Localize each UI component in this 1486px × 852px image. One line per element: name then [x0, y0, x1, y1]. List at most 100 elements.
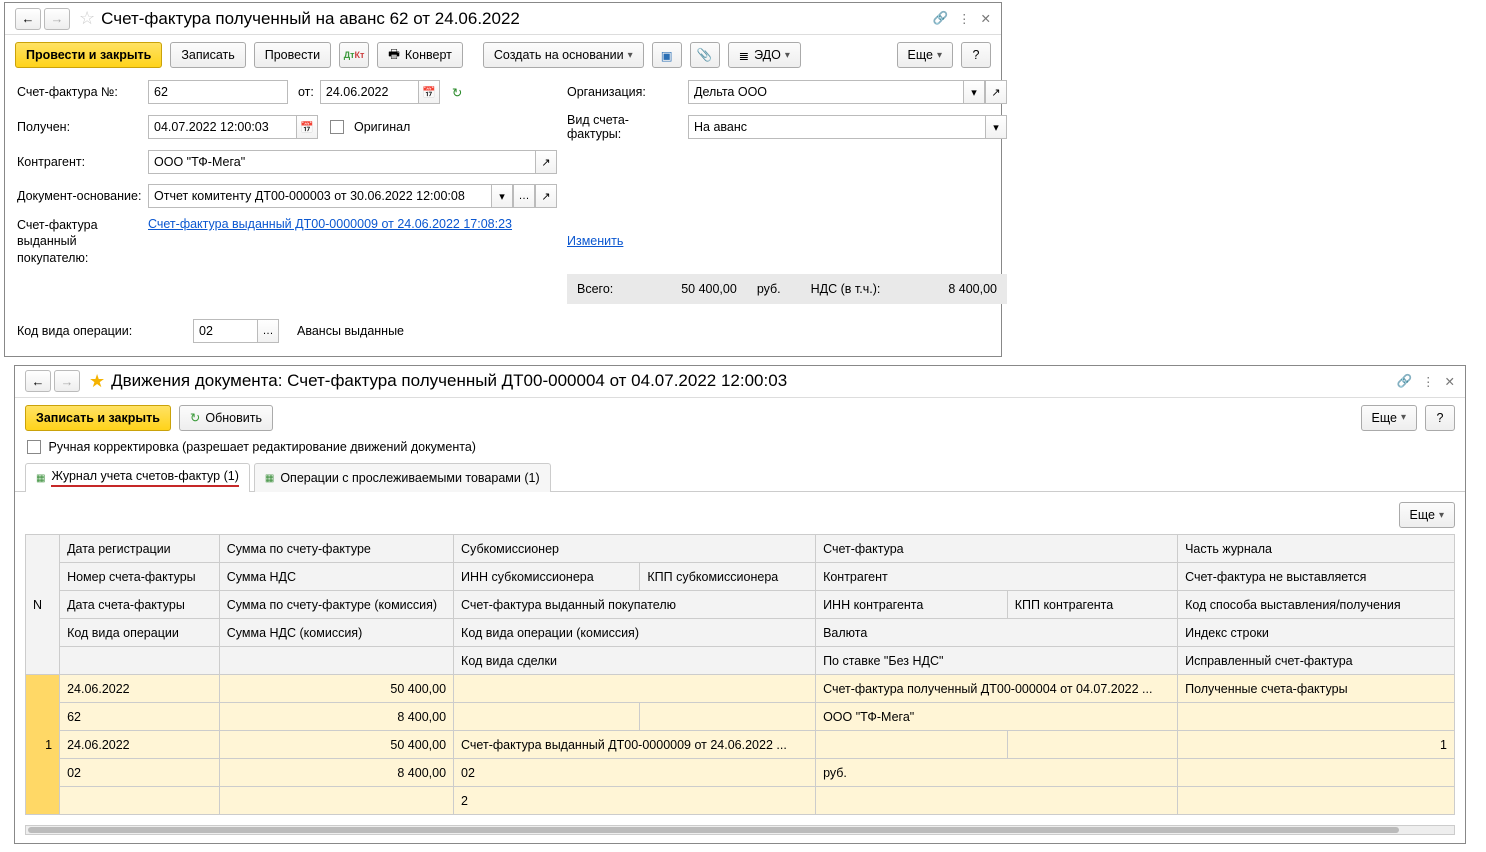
counterparty-input[interactable]: ООО "ТФ-Мега": [148, 150, 535, 174]
structure-button[interactable]: ▣: [652, 42, 682, 68]
cell-sf-out-buyer[interactable]: Счет-фактура выданный ДТ00-0000009 от 24…: [454, 731, 816, 759]
window-title-2: Движения документа: Счет-фактура получен…: [111, 371, 787, 391]
help-button[interactable]: ?: [961, 42, 991, 68]
sf-number-input[interactable]: 62: [148, 80, 288, 104]
doc-basis-dropdown[interactable]: ▾: [491, 184, 513, 208]
titlebar-2: ← → ★ Движения документа: Счет-фактура п…: [15, 366, 1465, 398]
col-deal-code: Код вида сделки: [454, 647, 816, 675]
label-op-code: Код вида операции:: [17, 324, 187, 338]
printer-icon: 🖶: [388, 45, 400, 66]
horizontal-scrollbar[interactable]: [25, 825, 1455, 835]
cell-currency[interactable]: руб.: [816, 759, 1178, 787]
help-button-2[interactable]: ?: [1425, 405, 1455, 431]
cell-sum-vat[interactable]: 8 400,00: [219, 703, 453, 731]
col-row-index: Индекс строки: [1178, 619, 1455, 647]
value-total: 50 400,00: [681, 282, 737, 296]
favorite-star-icon-2[interactable]: ★: [89, 371, 105, 392]
change-link[interactable]: Изменить: [567, 234, 623, 248]
label-original: Оригинал: [354, 120, 410, 134]
received-input[interactable]: 04.07.2022 12:00:03: [148, 115, 296, 139]
org-input[interactable]: Дельта ООО: [688, 80, 963, 104]
sf-type-dropdown[interactable]: ▾: [985, 115, 1007, 139]
more-button-2[interactable]: Еще: [1361, 405, 1417, 431]
cell-n[interactable]: 1: [26, 675, 60, 815]
tab-traceable[interactable]: ▦ Операции с прослеживаемыми товарами (1…: [254, 463, 551, 492]
calendar-icon[interactable]: 📅: [418, 80, 440, 104]
col-method-code: Код способа выставления/получения: [1178, 591, 1455, 619]
link-icon[interactable]: 🔗: [932, 11, 948, 26]
col-currency: Валюта: [816, 619, 1178, 647]
original-checkbox[interactable]: [330, 120, 344, 134]
cell-sf-num[interactable]: 62: [60, 703, 220, 731]
col-sf-date: Дата счета-фактуры: [60, 591, 220, 619]
cell-part[interactable]: Полученные счета-фактуры: [1178, 675, 1455, 703]
label-from: от:: [298, 85, 314, 99]
post-button[interactable]: Провести: [254, 42, 331, 68]
sf-type-input[interactable]: На аванс: [688, 115, 985, 139]
op-code-input[interactable]: 02: [193, 319, 257, 343]
org-open-icon[interactable]: ↗: [985, 80, 1007, 104]
tabs: ▦ Журнал учета счетов-фактур (1) ▦ Опера…: [15, 462, 1465, 492]
refresh-button[interactable]: ↻Обновить: [179, 405, 273, 431]
label-received: Получен:: [17, 120, 142, 134]
tab-journal[interactable]: ▦ Журнал учета счетов-фактур (1): [25, 463, 250, 492]
col-subcomm: Субкомиссионер: [454, 535, 816, 563]
sf-out-link[interactable]: Счет-фактура выданный ДТ00-0000009 от 24…: [148, 217, 512, 231]
cell-sum-comm[interactable]: 50 400,00: [219, 731, 453, 759]
attachment-button[interactable]: 📎: [690, 42, 720, 68]
nav-back-button-2[interactable]: ←: [25, 370, 51, 392]
sf-date-input[interactable]: 24.06.2022: [320, 80, 418, 104]
op-code-dots[interactable]: …: [257, 319, 279, 343]
edo-icon: ≣: [739, 48, 749, 63]
label-doc-basis: Документ-основание:: [17, 189, 142, 203]
cell-contragent[interactable]: ООО "ТФ-Мега": [816, 703, 1178, 731]
cell-vat-comm[interactable]: 8 400,00: [219, 759, 453, 787]
cell-sf-date[interactable]: 24.06.2022: [60, 731, 220, 759]
label-sf-type: Вид счета-фактуры:: [567, 113, 682, 141]
manual-checkbox[interactable]: [27, 440, 41, 454]
kebab-menu-icon[interactable]: ⋮: [958, 11, 971, 26]
more-button[interactable]: Еще: [897, 42, 953, 68]
label-currency: руб.: [757, 282, 781, 296]
window-title: Счет-фактура полученный на аванс 62 от 2…: [101, 9, 520, 29]
nav-forward-button-2[interactable]: →: [54, 370, 80, 392]
convert-button[interactable]: 🖶Конверт: [377, 42, 463, 68]
doc-basis-input[interactable]: Отчет комитенту ДТ00-000003 от 30.06.202…: [148, 184, 491, 208]
cell-op-code[interactable]: 02: [60, 759, 220, 787]
cell-idx[interactable]: 1: [1178, 731, 1455, 759]
col-sf-num: Номер счета-фактуры: [60, 563, 220, 591]
close-icon[interactable]: ✕: [981, 11, 991, 26]
post-and-close-button[interactable]: Провести и закрыть: [15, 42, 162, 68]
link-icon-2[interactable]: 🔗: [1396, 374, 1412, 389]
nav-forward-button[interactable]: →: [44, 8, 70, 30]
cell-op-code-comm[interactable]: 02: [454, 759, 816, 787]
col-kpp-sub: КПП субкомиссионера: [640, 563, 816, 591]
kebab-menu-icon-2[interactable]: ⋮: [1422, 374, 1435, 389]
create-based-on-button[interactable]: Создать на основании: [483, 42, 644, 68]
close-icon-2[interactable]: ✕: [1445, 374, 1455, 389]
edo-button[interactable]: ≣ЭДО: [728, 42, 801, 68]
refresh-icon[interactable]: ↻: [452, 85, 462, 100]
label-vat: НДС (в т.ч.):: [811, 282, 881, 296]
col-n: N: [26, 535, 60, 675]
dtkt-button[interactable]: ДтКт: [339, 42, 369, 68]
nav-back-button[interactable]: ←: [15, 8, 41, 30]
cell-reg-date[interactable]: 24.06.2022: [60, 675, 220, 703]
favorite-star-icon[interactable]: ☆: [79, 8, 95, 29]
cell-deal-code[interactable]: 2: [454, 787, 816, 815]
journal-table[interactable]: N Дата регистрации Сумма по счету-фактур…: [25, 534, 1455, 815]
table-more-button[interactable]: Еще: [1399, 502, 1455, 528]
doc-basis-open-icon[interactable]: ↗: [535, 184, 557, 208]
cell-sf[interactable]: Счет-фактура полученный ДТ00-000004 от 0…: [816, 675, 1178, 703]
col-sf-not-issued: Счет-фактура не выставляется: [1178, 563, 1455, 591]
org-dropdown[interactable]: ▾: [963, 80, 985, 104]
counterparty-open-icon[interactable]: ↗: [535, 150, 557, 174]
write-and-close-button[interactable]: Записать и закрыть: [25, 405, 171, 431]
col-sum-vat: Сумма НДС: [219, 563, 453, 591]
doc-basis-dots[interactable]: …: [513, 184, 535, 208]
col-vat-comm: Сумма НДС (комиссия): [219, 619, 453, 647]
received-calendar-icon[interactable]: 📅: [296, 115, 318, 139]
write-button[interactable]: Записать: [170, 42, 245, 68]
cell-sum[interactable]: 50 400,00: [219, 675, 453, 703]
invoice-window: ← → ☆ Счет-фактура полученный на аванс 6…: [4, 2, 1002, 357]
